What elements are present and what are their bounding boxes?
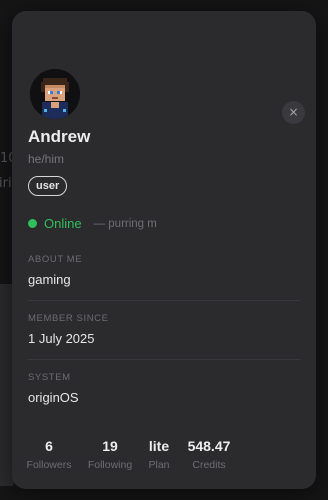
stat-value: lite — [148, 438, 170, 454]
stat-label: Followers — [26, 459, 72, 471]
member-since-label: MEMBER SINCE — [28, 313, 109, 324]
online-status-icon — [28, 219, 37, 228]
stat-label: Plan — [148, 459, 170, 471]
background-text-fragment: iri — [0, 176, 12, 191]
status-text: Online — [44, 216, 82, 231]
status-row: Online — purring m — [28, 216, 157, 231]
system-label: SYSTEM — [28, 372, 71, 383]
role-badge: user — [28, 176, 68, 196]
close-icon: × — [288, 105, 299, 119]
divider — [28, 300, 300, 301]
stat-label: Following — [87, 459, 133, 471]
stats-row: 6 Followers 19 Following lite Plan 548.4… — [26, 437, 234, 471]
activity-text: — purring m — [93, 217, 157, 230]
profile-card: × Andrew he/him user Online — purring m … — [12, 11, 316, 489]
profile-name: Andrew — [28, 127, 91, 146]
pixel-character-avatar-icon — [30, 69, 80, 119]
stat-label: Credits — [192, 459, 226, 471]
stat-value: 6 — [45, 438, 53, 454]
member-since-value: 1 July 2025 — [28, 331, 95, 346]
system-value: originOS — [28, 390, 79, 405]
stat-value: 548.47 — [187, 438, 231, 454]
stat-following[interactable]: 19 Following — [86, 437, 134, 471]
close-button[interactable]: × — [282, 101, 305, 124]
about-me-label: ABOUT ME — [28, 254, 83, 265]
profile-pronouns: he/him — [28, 152, 65, 166]
about-me-value: gaming — [28, 272, 71, 287]
stat-value: 19 — [102, 438, 118, 454]
stat-followers[interactable]: 6 Followers — [26, 437, 72, 471]
page: 10 iri × Andrew he/him user Online — pur… — [0, 0, 328, 500]
stat-plan: lite Plan — [146, 437, 172, 471]
divider — [28, 359, 300, 360]
stat-credits: 548.47 Credits — [184, 437, 234, 471]
avatar[interactable] — [30, 69, 80, 119]
